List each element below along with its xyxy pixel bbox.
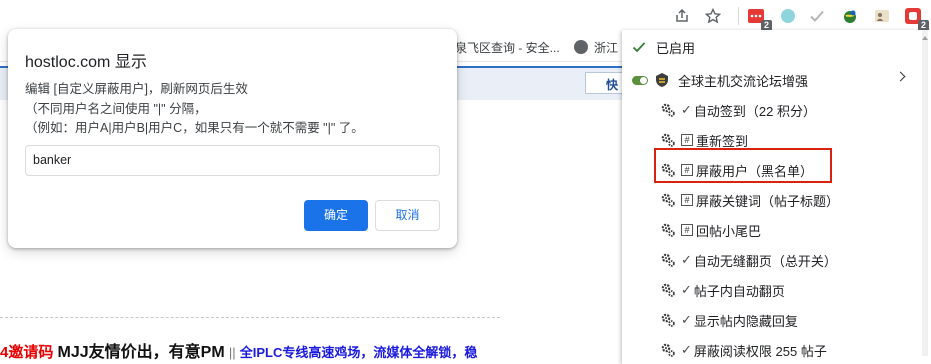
- gear-icon: [660, 132, 676, 148]
- menu-command-item[interactable]: ✓ 自动无缝翻页（总开关）: [660, 245, 931, 275]
- divider: [0, 317, 500, 318]
- ad-separator: ||: [228, 345, 236, 360]
- script-name: 全球主机交流论坛增强: [678, 73, 809, 89]
- checkmark-icon: ✓: [681, 252, 692, 267]
- highlight-box: [654, 148, 832, 183]
- quick-button-label: 快: [606, 78, 619, 92]
- prompt-dialog: hostloc.com 显示 编辑 [自定义屏蔽用户]，刷新网页后生效 （不同用…: [8, 29, 457, 248]
- script-logo-icon: [656, 73, 668, 87]
- dialog-message: 编辑 [自定义屏蔽用户]，刷新网页后生效 （不同用户名之间使用 "|" 分隔， …: [25, 80, 364, 139]
- menu-command-label: 屏蔽关键词（帖子标题）: [696, 193, 840, 209]
- extension-globe-icon[interactable]: [840, 6, 860, 26]
- gear-icon: [660, 252, 676, 268]
- bookmark-item[interactable]: 浙江: [574, 39, 618, 56]
- extension-red-active-icon[interactable]: 2: [903, 6, 929, 31]
- dialog-message-line: （例如：用户A|用户B|用户C，如果只有一个就不需要 "|" 了。: [25, 121, 364, 135]
- checkmark-icon: ✓: [681, 102, 692, 117]
- bookmark-label: 泉飞区查询 - 安全...: [455, 41, 560, 55]
- toggle-on-icon[interactable]: [632, 75, 648, 85]
- ad-iplc-text[interactable]: 全IPLC专线高速鸡场，流媒体全解锁，稳: [240, 345, 478, 360]
- cancel-button[interactable]: 取消: [375, 200, 440, 231]
- hash-icon: #: [681, 134, 693, 146]
- checkmark-icon: ✓: [681, 282, 692, 297]
- check-extension-icon[interactable]: [807, 6, 827, 26]
- dialog-message-line: 编辑 [自定义屏蔽用户]，刷新网页后生效: [25, 82, 248, 96]
- bookmark-label: 浙江: [594, 41, 619, 55]
- extension-red-icon[interactable]: 2: [746, 6, 772, 31]
- blocked-users-input[interactable]: banker: [25, 145, 440, 176]
- gear-icon: [660, 312, 676, 328]
- menu-command-label: 屏蔽阅读权限 255 帖子: [693, 343, 827, 359]
- ad-line[interactable]: 4邀请码 MJJ友情价出，有意PM || 全IPLC专线高速鸡场，流媒体全解锁，…: [0, 338, 477, 362]
- ad-invite-text[interactable]: 4邀请码: [0, 344, 53, 361]
- extension-figure-icon[interactable]: [872, 6, 892, 26]
- enabled-label: 已启用: [656, 40, 696, 56]
- star-icon[interactable]: [703, 6, 723, 26]
- chevron-right-icon: [895, 71, 906, 82]
- ad-mjj-text[interactable]: MJJ友情价出，有意PM: [58, 344, 225, 361]
- gear-icon: [660, 192, 676, 208]
- gear-icon: [660, 342, 676, 358]
- script-entry[interactable]: 全球主机交流论坛增强: [632, 65, 912, 95]
- checkmark-icon: ✓: [681, 342, 692, 357]
- menu-command-label: 自动签到（22 积分）: [693, 103, 816, 119]
- browser-toolbar: 2 2: [0, 0, 931, 32]
- menu-command-label: 回帖小尾巴: [696, 223, 762, 239]
- toolbar-separator: [738, 7, 739, 25]
- menu-command-label: 帖子内自动翻页: [693, 283, 785, 299]
- menu-command-item[interactable]: ✓ 自动签到（22 积分）: [660, 95, 931, 125]
- enabled-status[interactable]: 已启用: [632, 32, 928, 62]
- hash-icon: #: [681, 224, 693, 236]
- menu-command-item[interactable]: ✓ 屏蔽阅读权限 255 帖子: [660, 335, 931, 364]
- menu-command-label: 自动无缝翻页（总开关）: [693, 253, 837, 269]
- menu-command-item[interactable]: # 回帖小尾巴: [660, 215, 931, 245]
- checkmark-icon: ✓: [681, 312, 692, 327]
- gear-icon: [660, 102, 676, 118]
- ok-button[interactable]: 确定: [304, 200, 368, 231]
- globe-icon: [574, 40, 588, 54]
- extension-teal-icon[interactable]: [778, 6, 798, 26]
- menu-command-item[interactable]: ✓ 帖子内自动翻页: [660, 275, 931, 305]
- bookmark-item[interactable]: 泉飞区查询 - 安全...: [455, 39, 560, 56]
- menu-command-item[interactable]: ✓ 显示帖内隐藏回复: [660, 305, 931, 335]
- menu-command-label: 重新签到: [696, 133, 749, 149]
- gear-icon: [660, 222, 676, 238]
- dialog-title: hostloc.com 显示: [25, 54, 147, 71]
- dialog-message-line: （不同用户名之间使用 "|" 分隔，: [25, 101, 207, 116]
- share-icon[interactable]: [672, 6, 692, 26]
- hash-icon: #: [681, 194, 693, 206]
- gear-icon: [660, 282, 676, 298]
- userscript-menu: 已启用 全球主机交流论坛增强 ✓ 自动签到（22 积分） # 重新签到 # 屏蔽用户（黑名…: [622, 30, 931, 364]
- check-icon: [632, 42, 646, 53]
- menu-command-item[interactable]: # 屏蔽关键词（帖子标题）: [660, 185, 931, 215]
- menu-command-label: 显示帖内隐藏回复: [693, 313, 798, 329]
